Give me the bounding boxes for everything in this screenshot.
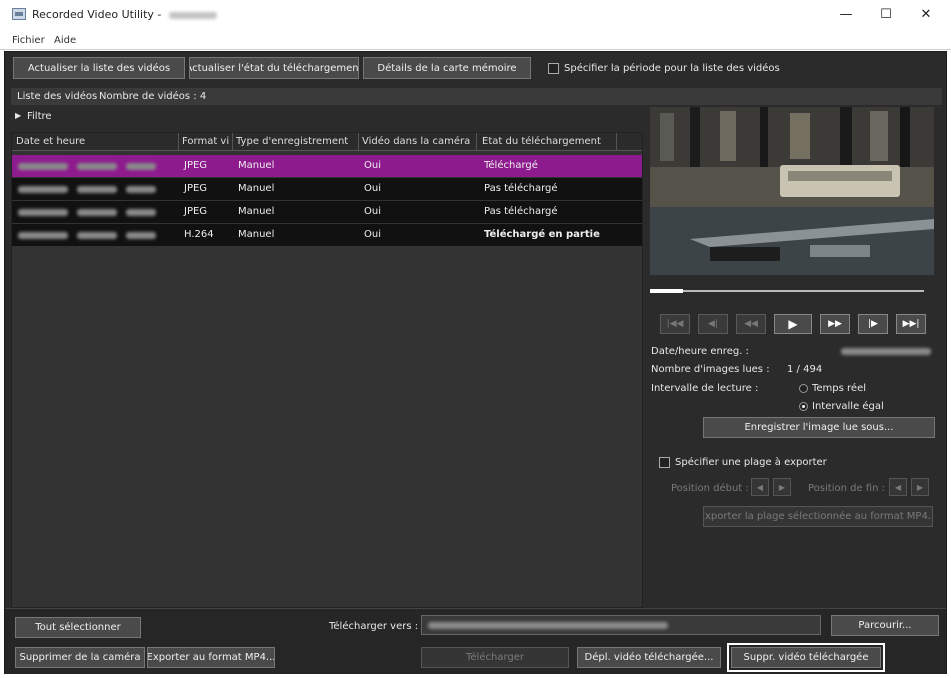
equal-interval-label: Intervalle égal [812,401,884,412]
column-type[interactable]: Type d'enregistrement [236,136,356,147]
column-format[interactable]: Format vi [182,136,230,147]
prev-frame-button[interactable]: ◀| [698,314,728,334]
end-prev-button[interactable]: ◀ [889,478,907,496]
filter-label: Filtre [27,111,52,122]
rec-datetime-label: Date/heure enreg. : [651,346,749,357]
export-range-button[interactable]: Exporter la plage sélectionnée au format… [703,506,933,527]
table-row[interactable]: JPEG Manuel Oui Pas téléchargé [12,178,642,200]
end-next-button[interactable]: ▶ [911,478,929,496]
table-row[interactable]: JPEG Manuel Oui Pas téléchargé [12,201,642,223]
redacted-datetime [18,162,157,173]
start-position-label: Position début : [671,483,749,494]
video-count: Nombre de vidéos : 4 [99,91,207,102]
export-range-checkbox[interactable] [659,457,670,468]
next-frame-button[interactable]: |▶ [858,314,888,334]
frames-value: 1 / 494 [787,364,823,375]
first-frame-button[interactable]: |◀◀ [660,314,690,334]
card-details-button[interactable]: Détails de la carte mémoire [363,57,531,79]
cell-type: Manuel [238,160,275,171]
delete-downloaded-button[interactable]: Suppr. vidéo téléchargée [727,643,885,672]
cell-in-camera: Oui [364,229,381,240]
interval-label: Intervalle de lecture : [651,383,759,394]
cell-status: Téléchargé en partie [484,229,600,240]
video-list-header: Liste des vidéos Nombre de vidéos : 4 [11,88,942,105]
frames-label: Nombre d'images lues : [651,364,770,375]
seek-progress [650,289,683,293]
filter-expand-icon: ▶ [15,111,22,120]
cell-status: Pas téléchargé [484,183,558,194]
cell-status: Pas téléchargé [484,206,558,217]
app-area: Actualiser la liste des vidéos Actualise… [4,51,947,674]
fast-forward-button[interactable]: ▶▶ [820,314,850,334]
column-download-status[interactable]: État du téléchargement [482,136,610,147]
video-preview [650,107,934,275]
end-position-label: Position de fin : [808,483,885,494]
cell-in-camera: Oui [364,160,381,171]
redacted-datetime [18,208,157,219]
table-header: Date et heure Format vi Type d'enregistr… [12,133,642,151]
title-bar: Recorded Video Utility - — ☐ ✕ [0,0,951,30]
download-to-label: Télécharger vers : [329,621,419,632]
cell-status: Téléchargé [484,160,538,171]
redacted-camera-name [168,11,217,19]
move-downloaded-button[interactable]: Dépl. vidéo téléchargée... [577,647,721,668]
cell-in-camera: Oui [364,183,381,194]
select-all-button[interactable]: Tout sélectionner [15,617,141,638]
table-row[interactable]: H.264 Manuel Oui Téléchargé en partie [12,224,642,246]
redacted-rec-datetime [841,348,931,355]
app-icon [12,8,26,20]
menu-aide[interactable]: Aide [54,35,76,46]
last-frame-button[interactable]: ▶▶| [896,314,926,334]
equal-interval-radio[interactable] [799,402,808,411]
redacted-datetime [18,231,157,242]
start-next-button[interactable]: ▶ [773,478,791,496]
window-title-text: Recorded Video Utility - [32,8,162,21]
refresh-list-button[interactable]: Actualiser la liste des vidéos [13,57,185,79]
redacted-datetime [18,185,157,196]
minimize-button[interactable]: — [826,4,866,26]
video-list-title: Liste des vidéos [17,91,98,102]
start-prev-button[interactable]: ◀ [751,478,769,496]
refresh-status-button[interactable]: Actualiser l'état du téléchargement [189,57,359,79]
cell-in-camera: Oui [364,206,381,217]
table-row[interactable]: JPEG Manuel Oui Téléchargé [12,155,642,177]
period-checkbox-label: Spécifier la période pour la liste des v… [564,63,780,74]
export-mp4-button[interactable]: Exporter au format MP4... [147,647,275,668]
column-in-camera[interactable]: Vidéo dans la caméra [362,136,472,147]
rewind-button[interactable]: ◀◀ [736,314,766,334]
play-button[interactable]: ▶ [774,314,812,334]
browse-button[interactable]: Parcourir... [831,615,939,636]
cell-type: Manuel [238,183,275,194]
preview-frame-image [650,107,934,275]
cell-format: JPEG [184,206,208,217]
realtime-label: Temps réel [812,383,867,394]
menu-bar: Fichier Aide [0,30,951,50]
cell-type: Manuel [238,206,275,217]
cell-format: JPEG [184,160,208,171]
period-checkbox[interactable] [548,63,559,74]
cell-format: H.264 [184,229,214,240]
download-destination-field[interactable] [421,615,821,635]
redacted-destination-path [428,622,668,629]
video-table: Date et heure Format vi Type d'enregistr… [11,132,643,608]
seek-track [650,290,924,292]
seek-bar[interactable] [650,288,924,294]
close-button[interactable]: ✕ [906,4,946,26]
save-image-button[interactable]: Enregistrer l'image lue sous... [703,417,935,438]
window-title: Recorded Video Utility - [32,8,217,21]
cell-type: Manuel [238,229,275,240]
cell-format: JPEG [184,183,208,194]
maximize-button[interactable]: ☐ [866,4,906,26]
download-button[interactable]: Télécharger [421,647,569,668]
menu-fichier[interactable]: Fichier [12,35,45,46]
column-date[interactable]: Date et heure [16,136,174,147]
delete-from-camera-button[interactable]: Supprimer de la caméra [15,647,145,668]
realtime-radio[interactable] [799,384,808,393]
filter-toggle[interactable]: ▶ Filtre [11,109,643,125]
export-range-label: Spécifier une plage à exporter [675,457,827,468]
